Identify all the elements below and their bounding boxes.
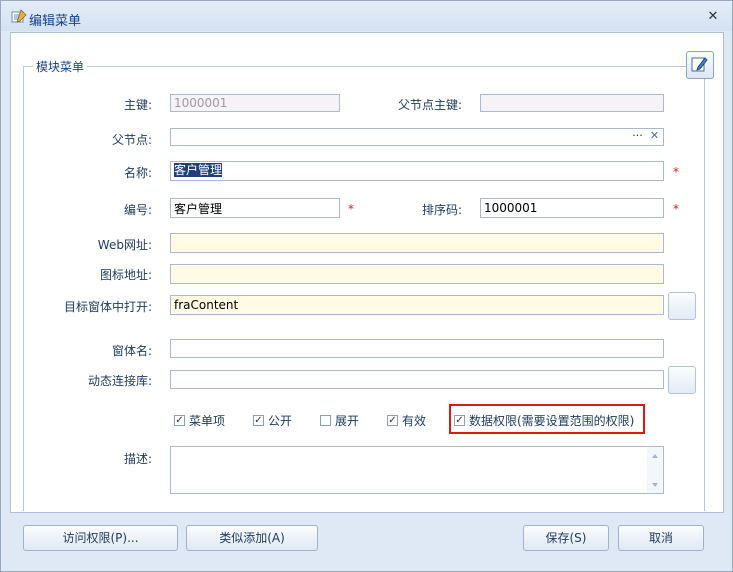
enabled-checkbox[interactable]: ✓ 有效 [387, 412, 426, 429]
primary-key-field[interactable] [170, 94, 340, 112]
parent-node-pick-button[interactable]: ··· [629, 129, 646, 145]
parent-node-field[interactable] [170, 128, 664, 146]
code-label: 编号: [123, 203, 152, 217]
name-field[interactable]: 客户管理 [170, 161, 664, 181]
name-value: 客户管理 [174, 163, 223, 177]
parent-key-label: 父节点主键: [397, 98, 462, 112]
enabled-checkbox-label: 有效 [402, 414, 427, 428]
checkbox-icon: ✓ [174, 415, 185, 426]
icon-url-field[interactable] [170, 264, 664, 284]
similar-add-button[interactable]: 类似添加(A) [186, 525, 318, 551]
target-frame-button[interactable] [668, 292, 696, 320]
checkbox-icon: ✓ [387, 415, 398, 426]
target-frame-label: 目标窗体中打开: [63, 300, 152, 314]
code-required-mark: * [348, 202, 354, 216]
web-url-field[interactable] [170, 233, 664, 253]
parent-node-label: 父节点: [111, 133, 152, 147]
form-name-field[interactable] [170, 339, 664, 358]
clear-icon: ✕ [649, 129, 660, 142]
group-legend: 模块菜单 [33, 58, 88, 75]
sort-code-label: 排序码: [421, 203, 462, 217]
expand-checkbox[interactable]: 展开 [320, 412, 359, 429]
primary-key-label: 主键: [123, 98, 152, 112]
dynamic-lib-label: 动态连接库: [87, 374, 152, 388]
name-required-mark: * [673, 165, 679, 179]
close-icon: ✕ [707, 9, 719, 24]
access-permission-button[interactable]: 访问权限(P)... [23, 525, 178, 551]
public-checkbox[interactable]: ✓ 公开 [253, 412, 292, 429]
description-scrollbar[interactable] [647, 447, 663, 493]
target-frame-field[interactable] [170, 295, 664, 315]
parent-key-field[interactable] [480, 94, 664, 112]
close-button[interactable]: ✕ [705, 10, 721, 24]
public-checkbox-label: 公开 [268, 414, 293, 428]
form-name-label: 窗体名: [111, 344, 152, 358]
window-title: 编辑菜单 [29, 14, 82, 29]
title-bar: 编辑菜单 ✕ [1, 1, 732, 31]
checkbox-icon: ✓ [253, 415, 264, 426]
expand-checkbox-label: 展开 [335, 414, 360, 428]
sort-code-field[interactable] [480, 198, 664, 218]
description-field[interactable] [170, 446, 664, 494]
pencil-edit-icon [691, 57, 708, 72]
menu-item-checkbox[interactable]: ✓ 菜单项 [174, 412, 225, 429]
code-field[interactable] [170, 198, 340, 218]
checkbox-icon [320, 415, 331, 426]
name-label: 名称: [123, 166, 152, 180]
scroll-arrows-icon [652, 454, 658, 487]
dynamic-lib-field[interactable] [170, 370, 664, 389]
highlight-box [449, 404, 645, 434]
menu-edit-icon [11, 9, 27, 23]
save-button[interactable]: 保存(S) [523, 525, 609, 551]
parent-node-clear-button[interactable]: ✕ [646, 129, 663, 145]
ellipsis-icon: ··· [632, 129, 643, 142]
description-label: 描述: [123, 452, 152, 466]
edit-mode-button[interactable] [686, 51, 714, 79]
cancel-button[interactable]: 取消 [618, 525, 704, 551]
icon-url-label: 图标地址: [99, 268, 152, 282]
sort-code-required-mark: * [673, 202, 679, 216]
menu-item-checkbox-label: 菜单项 [189, 414, 226, 428]
web-url-label: Web网址: [97, 238, 152, 252]
dynamic-lib-button[interactable] [668, 366, 696, 394]
